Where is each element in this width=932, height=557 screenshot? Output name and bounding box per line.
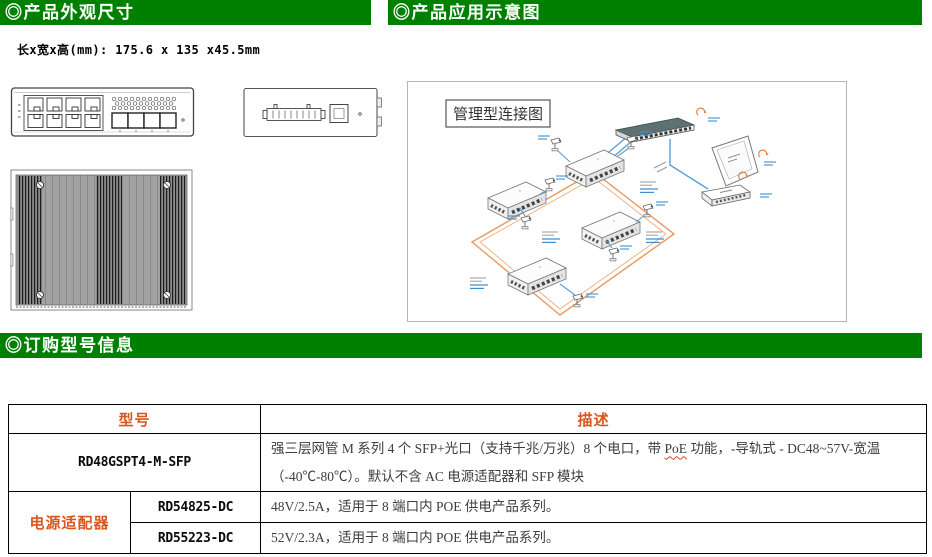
application-diagram-frame: 管理型连接图: [407, 81, 847, 322]
table-row: RD48GSPT4-M-SFP 强三层网管 M 系列 4 个 SFP+光口（支持…: [7, 433, 927, 492]
diagram-title-box: 管理型连接图: [445, 99, 551, 128]
section-title-ordering: ◎订购型号信息: [0, 333, 922, 358]
group-power-adapter: 电源适配器: [8, 491, 131, 554]
description-text: 强三层网管 M 系列 4 个 SFP+光口（支持千兆/万兆）8 个电口，带: [271, 440, 665, 456]
din-clip: [376, 97, 382, 108]
industrial-switch-a: [564, 148, 626, 189]
product-side-view-illustration: [243, 87, 382, 138]
camera-icon: [520, 215, 532, 230]
console-port: [329, 104, 349, 123]
sfp-slots: [111, 112, 177, 129]
dimensions-label: 长x宽x高(mm): 175.6 x 135 x45.5mm: [17, 43, 261, 57]
table-header-row: 型号 描述: [7, 404, 927, 434]
column-header-description: 描述: [260, 404, 927, 434]
model-rd48gspt4: RD48GSPT4-M-SFP: [7, 433, 262, 492]
diagram-title: 管理型连接图: [453, 106, 543, 123]
table-row: RD55223-DC 52V/2.3A，适用于 8 端口内 POE 供电产品系列…: [9, 522, 927, 554]
description-rd54825: 48V/2.5A，适用于 8 端口内 POE 供电产品系列。: [260, 491, 927, 523]
industrial-switch-b: [486, 180, 548, 221]
rj45-port-block: [23, 95, 104, 131]
camera-icon: [544, 177, 556, 192]
heatsink-fins: [18, 176, 42, 304]
industrial-switch-d: [506, 256, 568, 297]
camera-icon: [550, 137, 562, 152]
application-diagram: 管理型连接图: [445, 99, 777, 316]
camera-icon: [608, 247, 620, 262]
table-row: 电源适配器 RD54825-DC 48V/2.5A，适用于 8 端口内 POE …: [8, 491, 927, 554]
section-title-application: ◎产品应用示意图: [388, 0, 922, 25]
model-rd55223: RD55223-DC: [129, 522, 262, 554]
description-rd55223: 52V/2.3A，适用于 8 端口内 POE 供电产品系列。: [260, 522, 927, 554]
poe-box-illustration: [701, 184, 751, 207]
description-rd48gspt4: 强三层网管 M 系列 4 个 SFP+光口（支持千兆/万兆）8 个电口，带 Po…: [260, 433, 927, 492]
camera-icon: [626, 135, 638, 150]
model-rd54825: RD54825-DC: [129, 491, 262, 523]
product-top-view-illustration: [10, 169, 193, 311]
section-title-appearance: ◎产品外观尺寸: [0, 0, 371, 25]
industrial-switch-c: [580, 210, 642, 251]
product-front-view-illustration: [10, 87, 195, 137]
poe-spellcheck-word: PoE: [664, 440, 688, 456]
management-terminal-illustration: [711, 135, 759, 195]
column-header-model: 型号: [7, 404, 262, 434]
line-label: [653, 161, 668, 173]
ordering-table: 型号 描述 RD48GSPT4-M-SFP 强三层网管 M 系列 4 个 SFP…: [7, 404, 927, 554]
